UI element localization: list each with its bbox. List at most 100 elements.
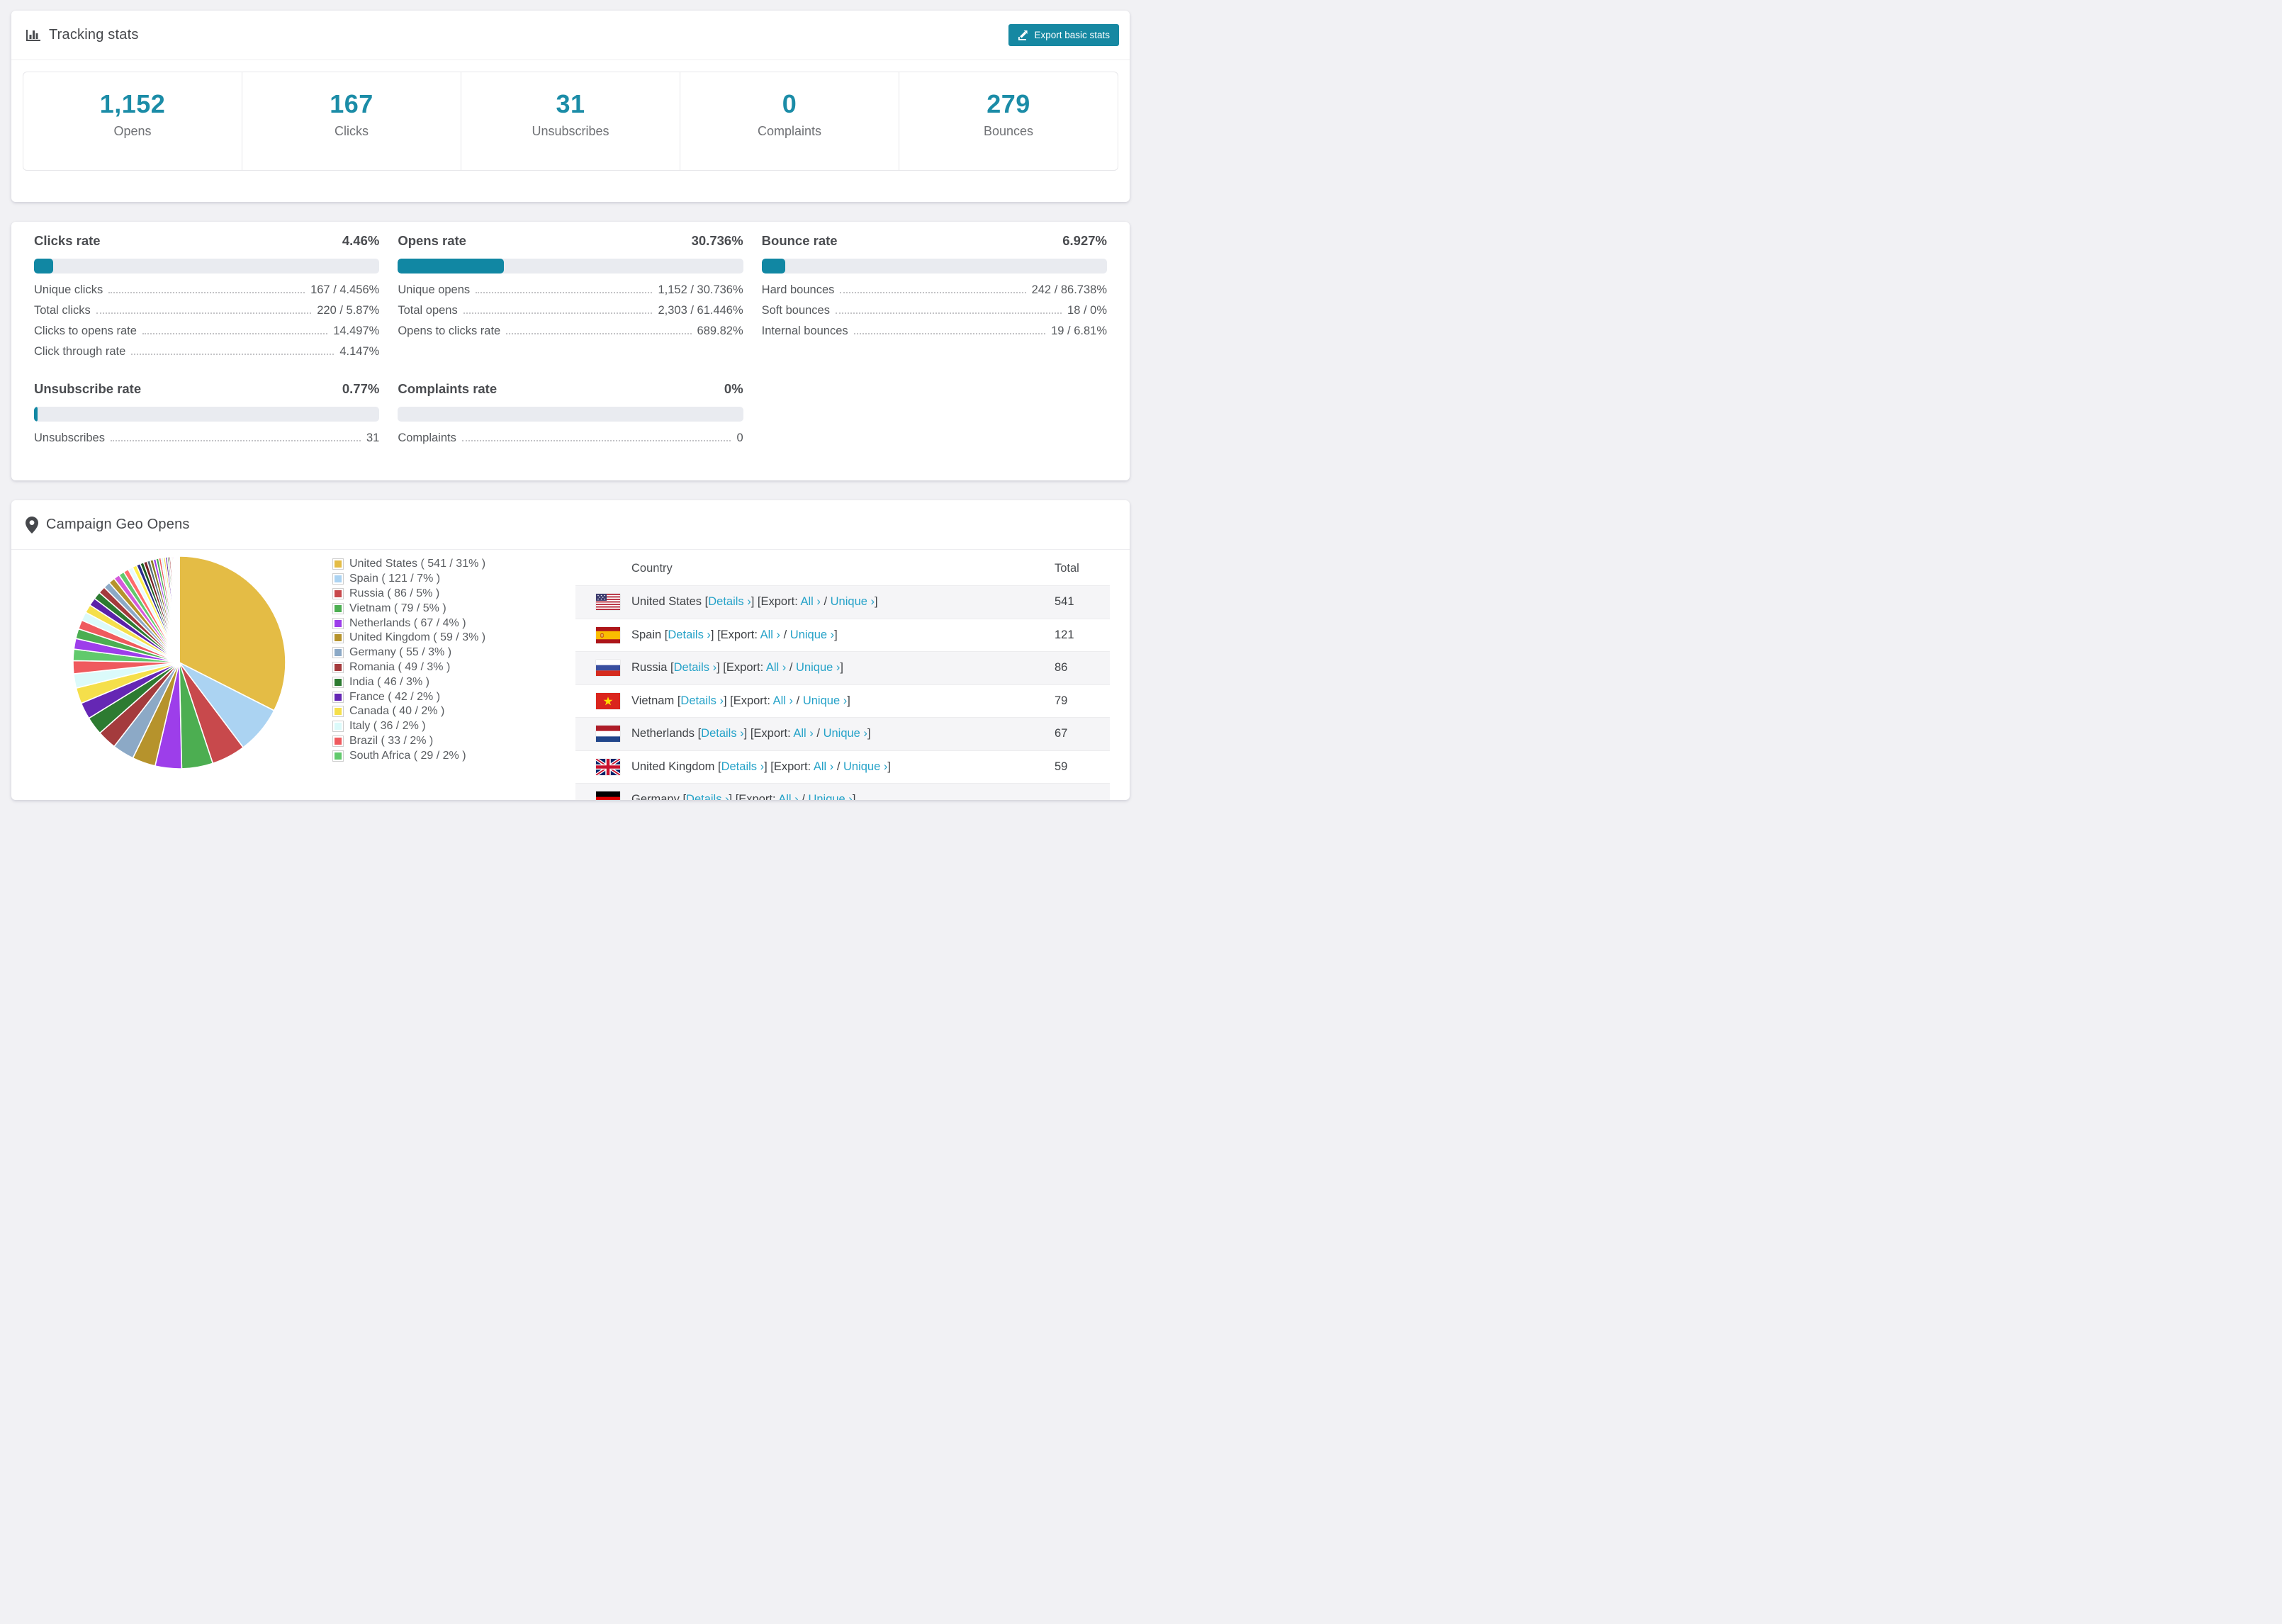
summary-cell-opens: 1,152 Opens (23, 72, 242, 170)
pie-chart-svg[interactable] (69, 553, 289, 772)
rate-detail-label: Total opens (398, 304, 458, 317)
rate-detail-value: 19 / 6.81% (1051, 325, 1107, 337)
gb-flag-icon (596, 758, 620, 775)
rate-title: Opens rate (398, 233, 466, 248)
total-cell: 79 (1055, 694, 1068, 707)
ru-flag-icon (596, 660, 620, 677)
table-row-united-states: United States [Details ›] [Export: All ›… (575, 585, 1110, 619)
legend-label: Brazil ( 33 / 2% ) (349, 734, 434, 747)
export-unique-link[interactable]: Unique › (824, 727, 867, 740)
legend-label: India ( 46 / 3% ) (349, 675, 429, 688)
rate-title: Complaints rate (398, 381, 498, 396)
details-link[interactable]: Details › (674, 661, 717, 674)
details-link[interactable]: Details › (701, 727, 744, 740)
summary-cell-unsubscribes: 31 Unsubscribes (461, 72, 680, 170)
rate-detail-label: Click through rate (34, 345, 126, 358)
rate-progress-fill (398, 259, 504, 274)
dotted-leader (840, 292, 1026, 293)
export-unique-link[interactable]: Unique › (796, 661, 840, 674)
summary-label: Bounces (983, 124, 1034, 138)
rate-value: 0% (724, 381, 743, 396)
rates-grid: Clicks rate 4.46% Unique clicks 167 / 4.456… (34, 233, 1107, 452)
legend-label: Italy ( 36 / 2% ) (349, 720, 426, 733)
country-name: Netherlands (631, 727, 698, 740)
export-basic-stats-button[interactable]: Export basic stats (1008, 24, 1119, 46)
legend-item-germany[interactable]: Germany ( 55 / 3% ) (333, 645, 485, 660)
rate-detail-label: Opens to clicks rate (398, 325, 501, 337)
rate-detail-label: Hard bounces (761, 283, 835, 296)
export-unique-link[interactable]: Unique › (843, 760, 887, 773)
legend-label: Spain ( 121 / 7% ) (349, 573, 441, 585)
summary-stats-box: 1,152 Opens 167 Clicks 31 Unsubscribes 0 Compla… (23, 72, 1118, 171)
details-link[interactable]: Details › (721, 760, 765, 773)
legend-label: Netherlands ( 67 / 4% ) (349, 616, 466, 629)
country-name: Vietnam (631, 694, 678, 707)
export-all-link[interactable]: All › (760, 628, 780, 641)
legend-item-united-kingdom[interactable]: United Kingdom ( 59 / 3% ) (333, 631, 485, 645)
legend-item-canada[interactable]: Canada ( 40 / 2% ) (333, 704, 485, 719)
table-row-vietnam: Vietnam [Details ›] [Export: All › / Uni… (575, 684, 1110, 718)
de-flag-icon (596, 791, 620, 800)
legend-item-brazil[interactable]: Brazil ( 33 / 2% ) (333, 734, 485, 749)
rate-progress-bar (34, 407, 380, 422)
geo-table-header: Country Total (575, 551, 1110, 585)
rate-detail-value: 220 / 5.87% (317, 304, 380, 317)
legend-swatch (333, 735, 343, 746)
legend-item-russia[interactable]: Russia ( 86 / 5% ) (333, 587, 485, 602)
rate-detail-value: 14.497% (333, 325, 380, 337)
country-name: Germany (631, 793, 683, 800)
legend-item-italy[interactable]: Italy ( 36 / 2% ) (333, 719, 485, 734)
export-unique-link[interactable]: Unique › (790, 628, 834, 641)
rates-card: Clicks rate 4.46% Unique clicks 167 / 4.456… (11, 222, 1130, 480)
details-link[interactable]: Details › (708, 595, 751, 608)
rate-detail-row: Unsubscribes 31 (34, 432, 379, 452)
rate-block-complaints-rate: Complaints rate 0% Complaints 0 (398, 381, 743, 452)
summary-label: Clicks (335, 124, 369, 138)
rate-detail-row: Internal bounces 19 / 6.81% (762, 325, 1107, 345)
legend-item-south-africa[interactable]: South Africa ( 29 / 2% ) (333, 748, 485, 763)
details-link[interactable]: Details › (680, 694, 724, 707)
dotted-leader (835, 312, 1062, 314)
legend-item-france[interactable]: France ( 42 / 2% ) (333, 689, 485, 704)
dotted-leader (96, 312, 312, 314)
geo-pie-chart[interactable] (69, 553, 289, 772)
summary-cell-clicks: 167 Clicks (242, 72, 461, 170)
rate-detail-value: 31 (366, 432, 380, 444)
details-link[interactable]: Details › (686, 793, 729, 800)
export-all-link[interactable]: All › (766, 661, 786, 674)
dotted-leader (110, 440, 361, 441)
rate-detail-value: 18 / 0% (1067, 304, 1107, 317)
dotted-leader (853, 333, 1046, 334)
export-all-link[interactable]: All › (793, 727, 813, 740)
dotted-leader (142, 333, 328, 334)
rate-title: Unsubscribe rate (34, 381, 142, 396)
export-all-link[interactable]: All › (814, 760, 833, 773)
dotted-leader (506, 333, 692, 334)
export-unique-link[interactable]: Unique › (808, 793, 852, 800)
rate-detail-value: 242 / 86.738% (1031, 283, 1107, 296)
export-unique-link[interactable]: Unique › (831, 595, 875, 608)
details-link[interactable]: Details › (668, 628, 711, 641)
legend-swatch (333, 633, 343, 643)
export-all-link[interactable]: All › (773, 694, 793, 707)
country-name: United Kingdom (631, 760, 718, 773)
country-cell: United Kingdom [Details ›] [Export: All … (631, 760, 891, 773)
legend-item-netherlands[interactable]: Netherlands ( 67 / 4% ) (333, 616, 485, 631)
export-all-link[interactable]: All › (800, 595, 820, 608)
country-cell: United States [Details ›] [Export: All ›… (631, 595, 878, 609)
vn-flag-icon (596, 692, 620, 709)
legend-item-romania[interactable]: Romania ( 49 / 3% ) (333, 660, 485, 675)
map-pin-icon (26, 516, 38, 534)
legend-item-spain[interactable]: Spain ( 121 / 7% ) (333, 572, 485, 587)
rate-detail-row: Clicks to opens rate 14.497% (34, 325, 379, 345)
export-unique-link[interactable]: Unique › (803, 694, 847, 707)
legend-item-united-states[interactable]: United States ( 541 / 31% ) (333, 557, 485, 572)
summary-cell-bounces: 279 Bounces (899, 72, 1118, 170)
legend-item-vietnam[interactable]: Vietnam ( 79 / 5% ) (333, 601, 485, 616)
table-row-netherlands: Netherlands [Details ›] [Export: All › /… (575, 717, 1110, 750)
legend-item-india[interactable]: India ( 46 / 3% ) (333, 675, 485, 689)
tracking-stats-header: Tracking stats Export basic stats (11, 11, 1130, 60)
dotted-leader (476, 292, 653, 293)
legend-swatch (333, 692, 343, 702)
export-all-link[interactable]: All › (778, 793, 798, 800)
